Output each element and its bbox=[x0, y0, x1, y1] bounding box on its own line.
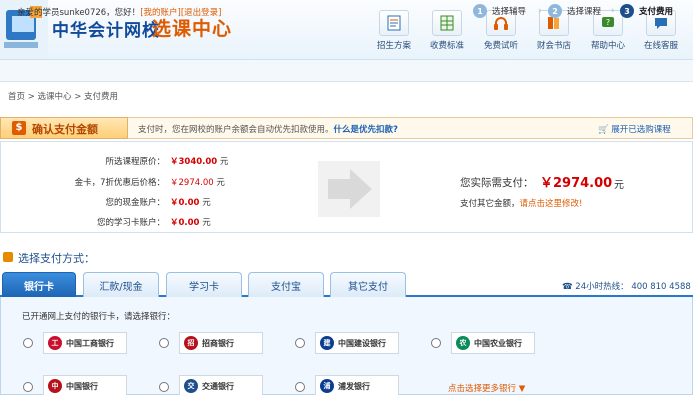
greeting: 亲爱的学员sunke0726，您好！ bbox=[17, 8, 141, 18]
original-price-value: ￥3040.00 元 bbox=[170, 157, 229, 167]
discount-price-label: 金卡，7折优惠后价格： bbox=[74, 178, 165, 188]
nav-label: 财会书店 bbox=[536, 41, 571, 51]
cart-icon: 🛒 bbox=[598, 125, 612, 135]
help-icon: ? bbox=[602, 17, 614, 27]
ccb-logo-icon: 建 bbox=[320, 336, 334, 350]
arrow-right-icon bbox=[318, 161, 380, 217]
bank-abc[interactable]: 农中国农业银行 bbox=[451, 332, 535, 354]
tab-bank-card[interactable]: 银行卡 bbox=[2, 272, 76, 297]
cash-account-value: ￥0.00 元 bbox=[170, 198, 211, 208]
bank-hint: 已开通网上支付的银行卡，请选择银行： bbox=[22, 312, 176, 322]
welcome-text: 亲爱的学员sunke0726，您好！[我的账户][退出登录] bbox=[17, 6, 221, 18]
user-bar bbox=[0, 60, 693, 82]
nav-label: 帮助中心 bbox=[590, 41, 625, 51]
site-logo-text[interactable]: 中华会计网校 bbox=[52, 16, 160, 41]
more-banks-link[interactable]: 点击选择更多银行 ▼ bbox=[448, 382, 525, 394]
modify-amount-link[interactable]: 请点击这里修改! bbox=[520, 199, 583, 209]
abc-logo-icon: 农 bbox=[456, 336, 470, 350]
confirm-note: 支付时，您在网校的账户余额会自动优先扣款使用。什么是优先扣款? bbox=[138, 125, 398, 135]
expand-courses-link[interactable]: 🛒 展开已选购课程 bbox=[598, 123, 671, 135]
dollar-icon: $ bbox=[12, 121, 26, 135]
total-value: ￥2974.00 bbox=[540, 176, 613, 191]
bocom-logo-icon: 交 bbox=[184, 379, 198, 393]
site-section-title: 选课中心 bbox=[152, 18, 233, 40]
enroll-doc-icon bbox=[387, 15, 401, 31]
other-amount: 支付其它金额，请点击这里修改! bbox=[460, 199, 583, 209]
icbc-logo-icon: 工 bbox=[48, 336, 62, 350]
logout-link[interactable]: [退出登录] bbox=[181, 8, 222, 18]
chevron-down-icon: ▼ bbox=[516, 384, 526, 394]
bank-radio-ccb[interactable] bbox=[295, 338, 305, 348]
bank-radio-icbc[interactable] bbox=[23, 338, 33, 348]
bank-icbc[interactable]: 工中国工商银行 bbox=[43, 332, 127, 354]
bank-cmb[interactable]: 招招商银行 bbox=[179, 332, 263, 354]
bank-radio-bocom[interactable] bbox=[159, 382, 169, 392]
bank-ccb[interactable]: 建中国建设银行 bbox=[315, 332, 399, 354]
lock-icon bbox=[3, 252, 13, 262]
phone-icon: ☎ bbox=[562, 282, 576, 292]
confirm-title: 确认支付金额 bbox=[32, 123, 98, 136]
tab-study-card[interactable]: 学习卡 bbox=[166, 272, 242, 297]
tab-alipay[interactable]: 支付宝 bbox=[248, 272, 324, 297]
total-label: 您实际需支付： bbox=[460, 177, 534, 189]
boc-logo-icon: 中 bbox=[48, 379, 62, 393]
nav-label: 免费试听 bbox=[483, 41, 518, 51]
study-card-value: ￥0.00 元 bbox=[170, 218, 211, 228]
tab-remittance-cash[interactable]: 汇款/现金 bbox=[83, 272, 159, 297]
cash-account-label: 您的现金账户： bbox=[105, 198, 165, 208]
step-arrow-icon: › bbox=[538, 6, 542, 16]
bank-boc[interactable]: 中中国银行 bbox=[43, 375, 127, 395]
step-1: 1 选择辅导 bbox=[473, 4, 526, 18]
nav-fee-standard[interactable]: 收费标准 bbox=[425, 10, 469, 51]
fee-table-icon bbox=[440, 15, 454, 31]
hotline: ☎ 24小时热线： 400 810 4588 bbox=[562, 282, 691, 292]
nav-enroll-plan[interactable]: 招生方案 bbox=[372, 10, 416, 51]
cmb-logo-icon: 招 bbox=[184, 336, 198, 350]
discount-price-value: ￥2974.00 元 bbox=[170, 178, 225, 188]
bank-radio-spdb[interactable] bbox=[295, 382, 305, 392]
bank-radio-cmb[interactable] bbox=[159, 338, 169, 348]
step-3-active: 3 支付费用 bbox=[620, 4, 673, 18]
payment-method-title: 选择支付方式： bbox=[18, 252, 95, 265]
nav-label: 收费标准 bbox=[429, 41, 464, 51]
spdb-logo-icon: 浦 bbox=[320, 379, 334, 393]
svg-text:?: ? bbox=[606, 18, 610, 27]
step-arrow-icon: › bbox=[611, 6, 615, 16]
bank-radio-abc[interactable] bbox=[431, 338, 441, 348]
bank-bocom[interactable]: 交交通银行 bbox=[179, 375, 263, 395]
nav-label: 招生方案 bbox=[376, 41, 411, 51]
bank-spdb[interactable]: 浦浦发银行 bbox=[315, 375, 399, 395]
total-unit: 元 bbox=[614, 180, 624, 191]
original-price-label: 所选课程原价： bbox=[105, 157, 165, 167]
my-account-link[interactable]: [我的账户] bbox=[140, 8, 181, 18]
breadcrumb[interactable]: 首页 > 选课中心 > 支付费用 bbox=[8, 90, 118, 102]
tab-other-payment[interactable]: 其它支付 bbox=[330, 272, 406, 297]
bank-radio-boc[interactable] bbox=[23, 382, 33, 392]
study-card-label: 您的学习卡账户： bbox=[96, 218, 165, 228]
nav-label: 在线客服 bbox=[643, 41, 678, 51]
priority-deduction-link[interactable]: 什么是优先扣款? bbox=[334, 125, 398, 135]
step-2: 2 选择课程 bbox=[548, 4, 601, 18]
